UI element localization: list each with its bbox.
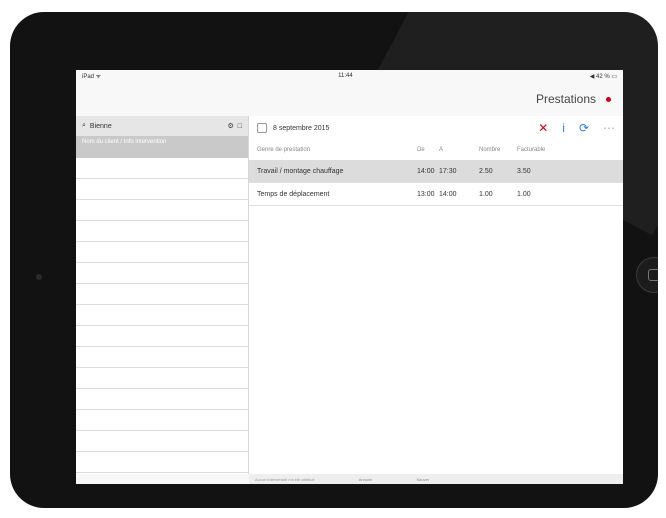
delete-icon[interactable]: ✕ <box>538 121 548 135</box>
list-item[interactable] <box>76 263 248 284</box>
column-header: Facturable <box>517 147 546 153</box>
list-item[interactable] <box>76 200 248 221</box>
start-time: 14:00 <box>417 167 435 175</box>
column-header: Nombre <box>479 147 501 153</box>
footer-note: Aucun intervenant n'a été attribué <box>255 476 315 482</box>
list-item[interactable] <box>76 221 248 242</box>
table-row[interactable]: Travail / montage chauffage 14:00 17:30 … <box>249 160 623 183</box>
quantity: 1.00 <box>479 190 493 198</box>
list-item[interactable] <box>76 431 248 452</box>
column-header: De <box>417 147 425 153</box>
search-input[interactable]: Bienne <box>90 123 224 130</box>
device-label: iPad ᯤ <box>82 74 102 80</box>
main-panel: 8 septembre 2015 ✕ i ⟳ ⋯ Genre de presta… <box>249 116 623 474</box>
save-button[interactable]: Sauver <box>417 477 430 482</box>
status-bar: iPad ᯤ 11:44 ◀ 42 % ▭ <box>76 70 623 82</box>
list-item[interactable] <box>76 242 248 263</box>
info-icon[interactable]: i <box>562 121 565 135</box>
list-item[interactable] <box>76 179 248 200</box>
search-icon: ⌕ <box>82 122 86 129</box>
quantity: 2.50 <box>479 167 493 175</box>
clock: 11:44 <box>338 73 353 79</box>
camera <box>36 274 42 280</box>
cancel-button[interactable]: Annuler <box>359 477 373 482</box>
end-time: 17:30 <box>439 167 457 175</box>
page-title: Prestations <box>535 92 596 106</box>
list-item[interactable] <box>76 158 248 179</box>
more-icon[interactable]: ⋯ <box>603 121 615 135</box>
service-name: Temps de déplacement <box>257 190 330 198</box>
navigation-bar: Prestations <box>76 82 623 116</box>
service-name: Travail / montage chauffage <box>257 167 344 175</box>
list-item[interactable] <box>76 326 248 347</box>
billable: 1.00 <box>517 190 531 198</box>
calendar-icon[interactable] <box>257 123 267 133</box>
start-time: 13:00 <box>417 190 435 198</box>
list-item[interactable] <box>76 389 248 410</box>
record-icon[interactable] <box>606 96 611 102</box>
home-button[interactable] <box>636 257 658 293</box>
billable: 3.50 <box>517 167 531 175</box>
refresh-icon[interactable]: ⟳ <box>579 121 589 135</box>
sidebar: ⌕ Bienne ⚙ □ Nom du client / Info interv… <box>76 116 249 474</box>
list-item[interactable] <box>76 284 248 305</box>
ipad-device: iPad ᯤ 11:44 ◀ 42 % ▭ Prestations ⌕ Bien… <box>10 12 658 508</box>
column-header: Genre de prestation <box>257 147 311 153</box>
list-item[interactable] <box>76 410 248 431</box>
end-time: 14:00 <box>439 190 457 198</box>
footer-bar: Aucun intervenant n'a été attribué Annul… <box>249 474 623 484</box>
date-label[interactable]: 8 septembre 2015 <box>273 125 329 132</box>
battery-indicator: ◀ 42 % ▭ <box>589 73 617 80</box>
list-item[interactable] <box>76 305 248 326</box>
search-bar[interactable]: ⌕ Bienne ⚙ □ <box>76 116 248 136</box>
panel-icon[interactable]: □ <box>238 123 242 130</box>
table-header: Genre de prestation De A Nombre Facturab… <box>249 140 623 160</box>
list-item[interactable] <box>76 347 248 368</box>
settings-icon[interactable]: ⚙ <box>227 122 233 130</box>
list-item[interactable] <box>76 368 248 389</box>
sidebar-selected-item[interactable]: Nom du client / Info intervention <box>76 136 248 158</box>
toolbar: 8 septembre 2015 ✕ i ⟳ ⋯ <box>249 116 623 140</box>
list-item[interactable] <box>76 452 248 473</box>
column-header: A <box>439 147 444 153</box>
table-row[interactable]: Temps de déplacement 13:00 14:00 1.00 1.… <box>249 183 623 206</box>
screen: iPad ᯤ 11:44 ◀ 42 % ▭ Prestations ⌕ Bien… <box>76 70 623 484</box>
